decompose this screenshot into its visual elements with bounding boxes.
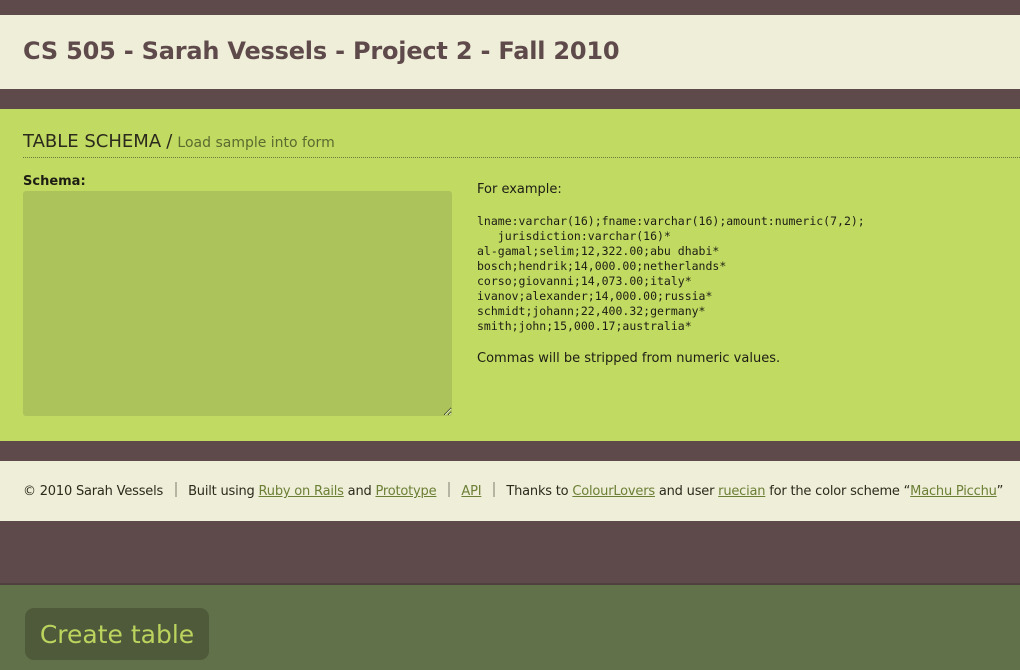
- section-title: TABLE SCHEMA: [23, 131, 162, 152]
- api-link[interactable]: API: [461, 484, 481, 499]
- built-using-text: Built using: [188, 484, 255, 499]
- footer-divider: [448, 482, 451, 497]
- footer-divider: [175, 482, 178, 497]
- create-table-button[interactable]: Create table: [25, 608, 209, 660]
- example-code-line: ivanov;alexander;14,000.00;russia*: [477, 289, 713, 303]
- load-sample-link[interactable]: Load sample into form: [177, 135, 334, 151]
- page-footer: © 2010 Sarah Vessels Built using Ruby on …: [0, 461, 1020, 521]
- prototype-link[interactable]: Prototype: [375, 484, 436, 499]
- ruby-on-rails-link[interactable]: Ruby on Rails: [259, 484, 344, 499]
- closing-quote: ”: [996, 484, 1004, 499]
- action-bar: Create table: [0, 583, 1020, 670]
- example-note: Commas will be stripped from numeric val…: [477, 351, 781, 366]
- machu-picchu-link[interactable]: Machu Picchu: [910, 484, 997, 499]
- mid-band: [0, 521, 1020, 583]
- example-code-line: schmidt;johann;22,400.32;germany*: [477, 304, 706, 318]
- page-title: CS 505 - Sarah Vessels - Project 2 - Fal…: [23, 37, 620, 65]
- section-separator: /: [166, 131, 173, 152]
- section-heading: TABLE SCHEMA / Load sample into form: [23, 131, 1020, 158]
- copyright-text: © 2010 Sarah Vessels: [23, 484, 164, 499]
- example-code-line: jurisdiction:varchar(16)*: [477, 229, 671, 243]
- page-header: CS 505 - Sarah Vessels - Project 2 - Fal…: [0, 15, 1020, 89]
- example-code-line: lname:varchar(16);fname:varchar(16);amou…: [477, 214, 865, 228]
- example-code-line: bosch;hendrik;14,000.00;netherlands*: [477, 259, 727, 273]
- schema-textarea[interactable]: [23, 191, 452, 416]
- footer-content: © 2010 Sarah Vessels Built using Ruby on …: [23, 482, 1003, 499]
- example-code-line: smith;john;15,000.17;australia*: [477, 319, 692, 333]
- user-ruecian-link[interactable]: ruecian: [718, 484, 765, 499]
- color-scheme-text: for the color scheme “: [769, 484, 911, 499]
- footer-divider: [493, 482, 496, 497]
- top-strip: [0, 0, 1020, 15]
- schema-label: Schema:: [23, 174, 86, 189]
- colourlovers-link[interactable]: ColourLovers: [572, 484, 655, 499]
- table-schema-panel: TABLE SCHEMA / Load sample into form Sch…: [0, 109, 1020, 441]
- example-intro: For example:: [477, 182, 562, 197]
- example-code-line: corso;giovanni;14,073.00;italy*: [477, 274, 692, 288]
- example-code-line: al-gamal;selim;12,322.00;abu dhabi*: [477, 244, 720, 258]
- thanks-to-text: Thanks to: [506, 484, 569, 499]
- schema-example: For example: lname:varchar(16);fname:var…: [477, 182, 1007, 366]
- example-code: lname:varchar(16);fname:varchar(16);amou…: [477, 214, 1007, 334]
- and-text: and: [347, 484, 372, 499]
- and-user-text: and user: [658, 484, 715, 499]
